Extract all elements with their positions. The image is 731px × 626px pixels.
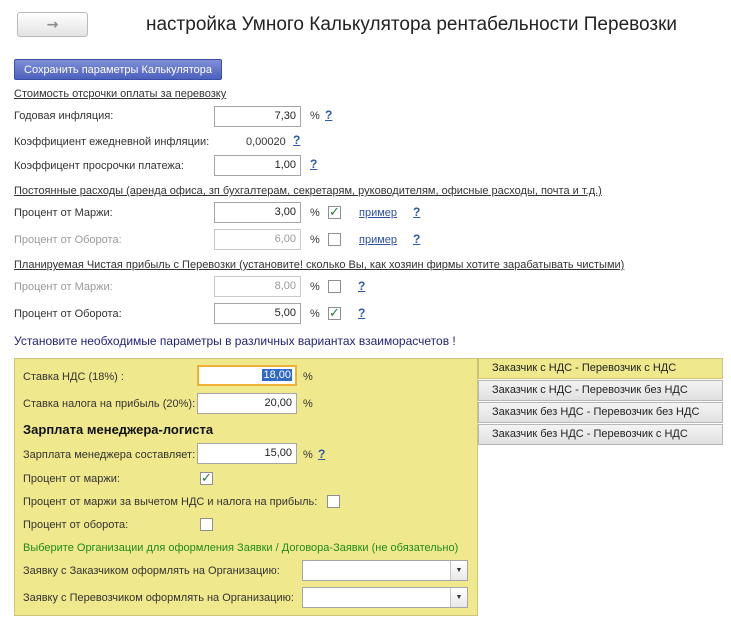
save-settings-button[interactable]: Сохранить параметры Калькулятора xyxy=(14,59,222,80)
overdue-coefficient-label: Коэффицент просрочки платежа: xyxy=(14,160,184,172)
checkmark-icon: ✓ xyxy=(201,471,212,486)
annual-inflation-unit: % xyxy=(310,110,320,122)
variant-novat-vat-button[interactable]: Заказчик без НДС - Перевозчик с НДС xyxy=(478,424,723,445)
fixed-margin-unit: % xyxy=(310,207,320,219)
profit-turnover-help-icon[interactable]: ? xyxy=(358,306,365,320)
salary-pct-margin-net-checkbox[interactable] xyxy=(327,495,340,508)
profit-tax-label: Ставка налога на прибыль (20%): xyxy=(23,398,196,410)
variant-vat-novat-button[interactable]: Заказчик с НДС - Перевозчик без НДС xyxy=(478,380,723,401)
vat-rate-label: Ставка НДС (18%) : xyxy=(23,371,124,383)
fixed-turnover-help-icon[interactable]: ? xyxy=(413,232,420,246)
fixed-costs-heading: Постоянные расходы (аренда офиса, зп бух… xyxy=(14,185,602,197)
profit-turnover-label: Процент от Оборота: xyxy=(14,308,122,320)
fixed-margin-label: Процент от Маржи: xyxy=(14,207,113,219)
daily-inflation-value: 0,00020 xyxy=(246,136,286,148)
net-profit-heading: Планируемая Чистая прибыль с Перевозки (… xyxy=(14,259,625,271)
vat-rate-input[interactable]: 18,00 xyxy=(197,365,297,386)
annual-inflation-label: Годовая инфляция: xyxy=(14,110,114,122)
fixed-turnover-input[interactable]: 6,00 xyxy=(214,229,301,250)
salary-pct-turnover-checkbox[interactable] xyxy=(200,518,213,531)
annual-inflation-input[interactable]: 7,30 xyxy=(214,106,301,127)
chevron-down-icon[interactable]: ▼ xyxy=(450,561,467,580)
deferral-cost-heading: Стоимость отсрочки оплаты за перевозку xyxy=(14,88,227,100)
daily-inflation-help-icon[interactable]: ? xyxy=(293,133,300,147)
salary-pct-margin-checkbox[interactable]: ✓ xyxy=(200,472,213,485)
fixed-margin-help-icon[interactable]: ? xyxy=(413,205,420,219)
profit-margin-input[interactable]: 8,00 xyxy=(214,276,301,297)
vat-rate-value: 18,00 xyxy=(262,369,292,381)
carrier-org-select[interactable]: ▼ xyxy=(302,587,468,608)
profit-margin-label: Процент от Маржи: xyxy=(14,281,113,293)
vat-rate-unit: % xyxy=(303,371,313,383)
salary-pct-margin-net-label: Процент от маржи за вычетом НДС и налога… xyxy=(23,496,318,508)
checkmark-icon: ✓ xyxy=(329,205,340,220)
fixed-turnover-label: Процент от Оборота: xyxy=(14,234,122,246)
fixed-turnover-example-link[interactable]: пример xyxy=(359,234,397,246)
checkmark-icon: ✓ xyxy=(329,306,340,321)
profit-margin-help-icon[interactable]: ? xyxy=(358,279,365,293)
profit-turnover-checkbox[interactable]: ✓ xyxy=(328,307,341,320)
fixed-turnover-checkbox[interactable] xyxy=(328,233,341,246)
chevron-down-icon[interactable]: ▼ xyxy=(450,588,467,607)
manager-salary-label: Зарплата менеджера составляет: xyxy=(23,449,196,461)
variant-novat-novat-button[interactable]: Заказчик без НДС - Перевозчик без НДС xyxy=(478,402,723,423)
overdue-coefficient-input[interactable]: 1,00 xyxy=(214,155,301,176)
profit-turnover-input[interactable]: 5,00 xyxy=(214,303,301,324)
daily-inflation-label: Коэффициент ежедневной инфляции: xyxy=(14,136,210,148)
customer-org-label: Заявку с Заказчиком оформлять на Организ… xyxy=(23,565,280,577)
profit-turnover-unit: % xyxy=(310,308,320,320)
salary-pct-turnover-label: Процент от оборота: xyxy=(23,519,129,531)
variant-vat-vat-button[interactable]: Заказчик с НДС - Перевозчик с НДС xyxy=(478,358,723,379)
profit-margin-checkbox[interactable] xyxy=(328,280,341,293)
carrier-org-label: Заявку с Перевозчиком оформлять на Орган… xyxy=(23,592,294,604)
fixed-margin-input[interactable]: 3,00 xyxy=(214,202,301,223)
fixed-margin-checkbox[interactable]: ✓ xyxy=(328,206,341,219)
settlement-instruction: Установите необходимые параметры в разли… xyxy=(14,334,456,348)
forward-nav-button[interactable]: → xyxy=(17,12,88,37)
salary-pct-margin-label: Процент от маржи: xyxy=(23,473,120,485)
annual-inflation-help-icon[interactable]: ? xyxy=(325,108,332,122)
manager-salary-heading: Зарплата менеджера-логиста xyxy=(23,422,214,437)
profit-tax-unit: % xyxy=(303,398,313,410)
customer-org-select[interactable]: ▼ xyxy=(302,560,468,581)
organization-selection-note: Выберите Организации для оформления Заяв… xyxy=(23,542,459,554)
manager-salary-help-icon[interactable]: ? xyxy=(318,447,325,461)
profit-tax-input[interactable]: 20,00 xyxy=(197,393,297,414)
fixed-margin-example-link[interactable]: пример xyxy=(359,207,397,219)
arrow-right-icon: → xyxy=(46,16,59,33)
overdue-coefficient-help-icon[interactable]: ? xyxy=(310,157,317,171)
page-title: настройка Умного Калькулятора рентабельн… xyxy=(146,14,678,35)
manager-salary-unit: % xyxy=(303,449,313,461)
profit-margin-unit: % xyxy=(310,281,320,293)
manager-salary-input[interactable]: 15,00 xyxy=(197,443,297,464)
fixed-turnover-unit: % xyxy=(310,234,320,246)
